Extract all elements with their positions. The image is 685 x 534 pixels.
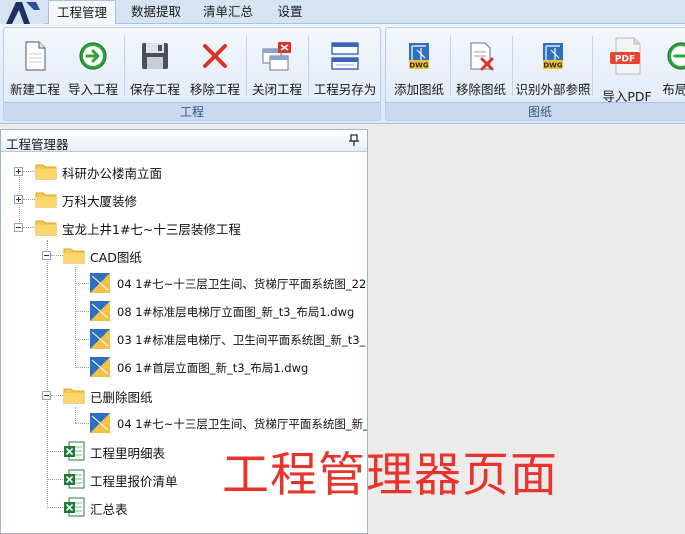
collapse-toggle[interactable] bbox=[42, 251, 51, 260]
dwg-drawing-icon bbox=[90, 357, 110, 377]
remove-drawing-label: 移除图纸 bbox=[455, 82, 506, 97]
tree-item-label: 工程里报价清单 bbox=[90, 474, 178, 489]
tree-item-label: 08 1#标准层电梯厅立面图_新_t3_布局1.dwg bbox=[117, 305, 355, 319]
dwg-file-icon: DWG bbox=[409, 43, 429, 70]
tree-item-label: 04 1#七~十三层卫生间、货梯厅平面系统图_新_ bbox=[117, 417, 368, 431]
remove-drawing-button[interactable]: 移除图纸 bbox=[452, 34, 510, 100]
close-window-icon bbox=[262, 42, 291, 71]
dwg-icon-text: DWG bbox=[543, 62, 563, 70]
tree-item-drawing[interactable]: 04 1#七~十三层卫生间、货梯厅平面系统图_22. bbox=[1, 271, 367, 295]
save-as-icon bbox=[331, 42, 359, 70]
tree-item-label: 万科大厦装修 bbox=[62, 194, 138, 209]
dwg-drawing-icon bbox=[90, 273, 110, 293]
remove-project-label: 移除工程 bbox=[189, 82, 240, 97]
project-explorer-header: 工程管理器 bbox=[1, 130, 367, 152]
new-file-icon bbox=[25, 41, 46, 71]
ribbon: 新建工程 导入工程 保存工程 移除工程 关闭工程 工程另存为 工程 DWG 添加… bbox=[0, 24, 685, 124]
tab-list-summary[interactable]: 清单汇总 bbox=[196, 0, 260, 24]
dwg-drawing-icon bbox=[90, 329, 110, 349]
tree-item-label: 汇总表 bbox=[90, 502, 128, 517]
tab-project-management[interactable]: 工程管理 bbox=[48, 0, 116, 25]
ribbon-tab-strip: 工程管理 数据提取 清单汇总 设置 bbox=[0, 0, 685, 25]
page-caption: 工程管理器页面 bbox=[222, 448, 558, 503]
folder-open-icon bbox=[63, 388, 85, 404]
collapse-toggle[interactable] bbox=[42, 391, 51, 400]
remove-drawing-icon bbox=[470, 42, 494, 71]
dwg-drawing-icon bbox=[90, 413, 110, 433]
pin-icon[interactable] bbox=[349, 134, 359, 147]
tree-item-label: 06 1#首层立面图_新_t3_布局1.dwg bbox=[117, 361, 309, 375]
ribbon-group-drawing: DWG 添加图纸 移除图纸 DWG 识别外部参照 PDF 导入PDF 布局 图纸 bbox=[385, 27, 685, 121]
tree-item-drawing[interactable]: 08 1#标准层电梯厅立面图_新_t3_布局1.dwg bbox=[1, 299, 367, 323]
layout-convert-button[interactable]: 布局转 bbox=[658, 34, 685, 100]
add-drawing-button[interactable]: DWG 添加图纸 bbox=[390, 34, 448, 100]
excel-file-icon bbox=[64, 441, 85, 461]
tree-item-label: 03 1#标准层电梯厅、卫生间平面系统图_新_t3_ bbox=[117, 333, 366, 347]
ribbon-group-drawing-label: 图纸 bbox=[386, 102, 685, 120]
save-project-as-label: 工程另存为 bbox=[313, 82, 377, 97]
project-explorer-title: 工程管理器 bbox=[6, 137, 69, 152]
tab-data-extraction[interactable]: 数据提取 bbox=[124, 0, 188, 24]
tree-item-drawing[interactable]: 04 1#七~十三层卫生间、货梯厅平面系统图_新_ bbox=[1, 411, 367, 435]
tree-item-label: 已删除图纸 bbox=[90, 390, 153, 405]
save-disk-icon bbox=[142, 43, 168, 69]
import-project-button[interactable]: 导入工程 bbox=[66, 34, 120, 100]
close-project-button[interactable]: 关闭工程 bbox=[250, 34, 304, 100]
tree-item-drawing[interactable]: 06 1#首层立面图_新_t3_布局1.dwg bbox=[1, 355, 367, 379]
tree-item-label: CAD图纸 bbox=[90, 250, 142, 265]
folder-icon bbox=[35, 164, 57, 180]
dwg-drawing-icon bbox=[90, 301, 110, 321]
identify-xref-button[interactable]: DWG 识别外部参照 bbox=[515, 34, 591, 100]
pdf-file-icon: PDF bbox=[610, 37, 641, 75]
layout-convert-icon bbox=[667, 42, 685, 70]
tree-item-project-vanke-tower[interactable]: 万科大厦装修 bbox=[1, 187, 367, 211]
remove-project-button[interactable]: 移除工程 bbox=[188, 34, 242, 100]
tab-settings[interactable]: 设置 bbox=[270, 0, 310, 24]
close-project-label: 关闭工程 bbox=[251, 82, 302, 97]
excel-file-icon bbox=[64, 469, 85, 489]
collapse-toggle[interactable] bbox=[14, 223, 23, 232]
expand-toggle[interactable] bbox=[14, 167, 23, 176]
save-project-button[interactable]: 保存工程 bbox=[128, 34, 182, 100]
dwg-icon-text: DWG bbox=[409, 62, 429, 70]
excel-file-icon bbox=[64, 497, 85, 517]
import-arrow-icon bbox=[79, 42, 107, 70]
folder-icon bbox=[35, 192, 57, 208]
save-project-as-button[interactable]: 工程另存为 bbox=[314, 34, 376, 100]
expand-toggle[interactable] bbox=[14, 195, 23, 204]
add-drawing-label: 添加图纸 bbox=[393, 82, 444, 97]
folder-open-icon bbox=[63, 248, 85, 264]
import-project-label: 导入工程 bbox=[67, 82, 118, 97]
tree-item-deleted-drawings[interactable]: 已删除图纸 bbox=[1, 383, 367, 407]
ribbon-group-project-label: 工程 bbox=[4, 102, 380, 120]
identify-xref-label: 识别外部参照 bbox=[515, 82, 591, 97]
folder-open-icon bbox=[35, 220, 57, 236]
tree-item-label: 科研办公楼南立面 bbox=[62, 166, 163, 181]
pdf-icon-text: PDF bbox=[615, 55, 635, 65]
tree-item-label: 工程里明细表 bbox=[90, 446, 166, 461]
ribbon-group-project: 新建工程 导入工程 保存工程 移除工程 关闭工程 工程另存为 工程 bbox=[3, 27, 381, 121]
tree-item-label: 04 1#七~十三层卫生间、货梯厅平面系统图_22. bbox=[117, 277, 368, 291]
tree-item-project-research-office[interactable]: 科研办公楼南立面 bbox=[1, 159, 367, 183]
import-pdf-button[interactable]: PDF 导入PDF bbox=[598, 34, 656, 104]
remove-x-icon bbox=[203, 44, 227, 68]
layout-convert-label: 布局转 bbox=[662, 82, 685, 97]
new-project-label: 新建工程 bbox=[9, 82, 60, 97]
app-logo-icon bbox=[0, 0, 44, 24]
save-project-label: 保存工程 bbox=[129, 82, 180, 97]
tree-item-label: 宝龙上井1#七~十三层装修工程 bbox=[62, 222, 241, 237]
tree-item-cad-drawings[interactable]: CAD图纸 bbox=[1, 243, 367, 267]
dwg-xref-icon: DWG bbox=[543, 43, 563, 70]
new-project-button[interactable]: 新建工程 bbox=[8, 34, 62, 100]
tree-item-project-baolong[interactable]: 宝龙上井1#七~十三层装修工程 bbox=[1, 215, 367, 239]
tree-item-drawing[interactable]: 03 1#标准层电梯厅、卫生间平面系统图_新_t3_ bbox=[1, 327, 367, 351]
